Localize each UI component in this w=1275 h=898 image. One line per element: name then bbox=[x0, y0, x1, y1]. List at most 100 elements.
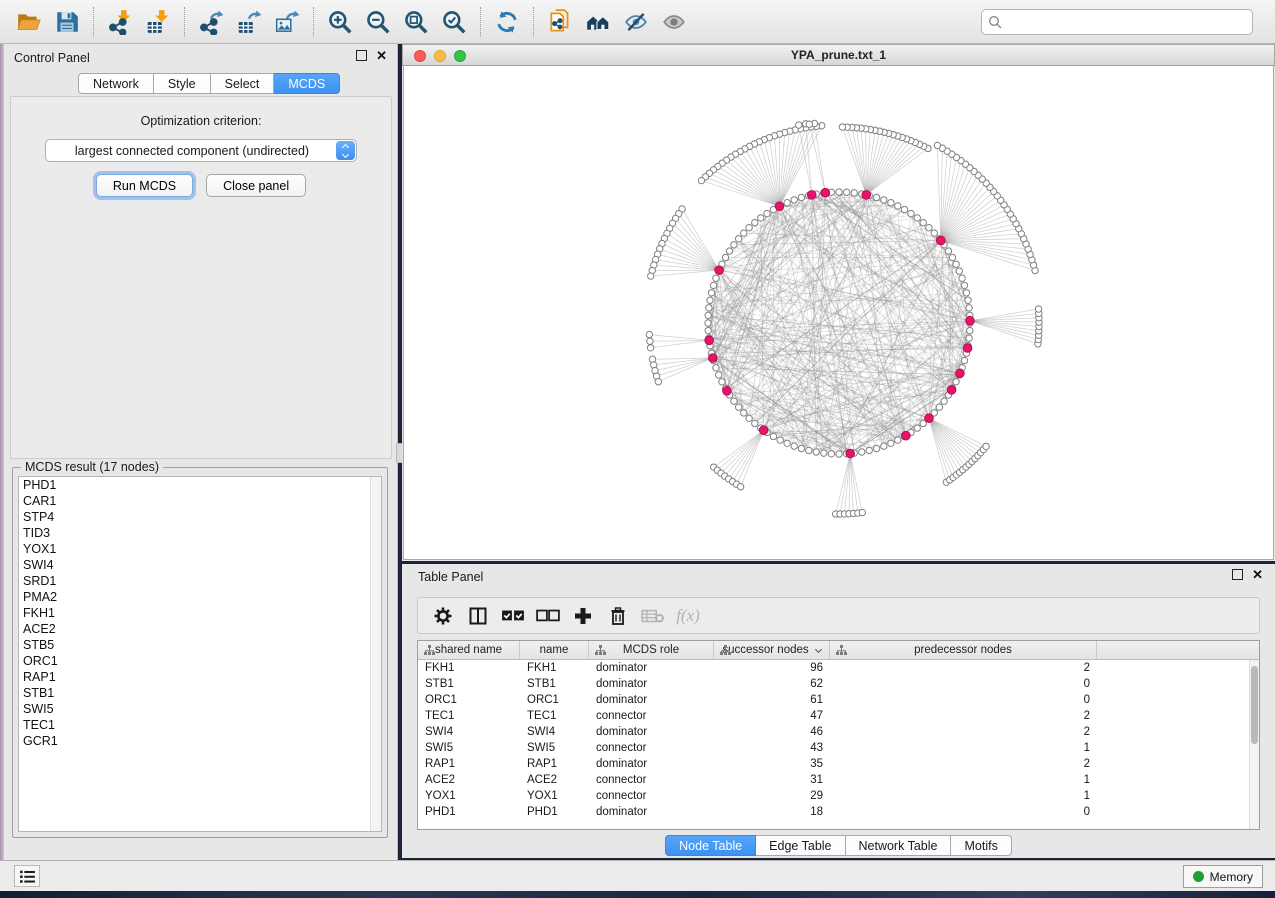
table-tab-edge-table[interactable]: Edge Table bbox=[756, 835, 845, 856]
mcds-result-item[interactable]: SRD1 bbox=[19, 573, 381, 589]
float-panel-icon[interactable] bbox=[1232, 569, 1243, 580]
mcds-result-item[interactable]: SWI5 bbox=[19, 701, 381, 717]
delete-column-button[interactable] bbox=[605, 604, 631, 628]
column-header-name[interactable]: name bbox=[520, 641, 589, 659]
add-column-button[interactable] bbox=[570, 604, 596, 628]
zoom-out-button[interactable] bbox=[359, 4, 397, 40]
network-graph[interactable] bbox=[404, 66, 1273, 558]
control-tab-select[interactable]: Select bbox=[211, 73, 275, 94]
save-session-button[interactable] bbox=[48, 4, 86, 40]
zoom-selected-button[interactable] bbox=[435, 4, 473, 40]
control-tab-mcds[interactable]: MCDS bbox=[274, 73, 340, 94]
table-row[interactable]: PHD1PHD1dominator180 bbox=[418, 804, 1259, 820]
mcds-result-scrollbar[interactable] bbox=[370, 477, 381, 831]
delete-table-button-disabled[interactable] bbox=[640, 604, 666, 628]
table-row[interactable]: TEC1TEC1connector472 bbox=[418, 708, 1259, 724]
cell-name: STB1 bbox=[520, 676, 589, 692]
open-file-button[interactable] bbox=[10, 4, 48, 40]
zoom-in-button[interactable] bbox=[321, 4, 359, 40]
window-minimize-traffic-light[interactable] bbox=[434, 50, 446, 62]
new-network-from-selection-button[interactable] bbox=[541, 4, 579, 40]
cell-predecessor-nodes: 0 bbox=[830, 676, 1097, 692]
window-zoom-traffic-light[interactable] bbox=[454, 50, 466, 62]
mcds-result-list[interactable]: PHD1CAR1STP4TID3YOX1SWI4SRD1PMA2FKH1ACE2… bbox=[18, 476, 382, 832]
table-row[interactable]: ACE2ACE2connector311 bbox=[418, 772, 1259, 788]
table-row[interactable]: YOX1YOX1connector291 bbox=[418, 788, 1259, 804]
zoom-fit-button[interactable] bbox=[397, 4, 435, 40]
table-tab-network-table[interactable]: Network Table bbox=[846, 835, 952, 856]
first-neighbors-button[interactable] bbox=[579, 4, 617, 40]
task-history-button[interactable] bbox=[14, 865, 40, 887]
mcds-result-item[interactable]: TEC1 bbox=[19, 717, 381, 733]
mcds-result-item[interactable]: STB1 bbox=[19, 685, 381, 701]
control-tab-style[interactable]: Style bbox=[154, 73, 211, 94]
mcds-result-item[interactable]: SWI4 bbox=[19, 557, 381, 573]
column-header-predecessor-nodes[interactable]: predecessor nodes bbox=[830, 641, 1097, 659]
optimization-criterion-select[interactable]: largest connected component (undirected) bbox=[45, 139, 357, 162]
window-close-traffic-light[interactable] bbox=[414, 50, 426, 62]
mcds-result-item[interactable]: ORC1 bbox=[19, 653, 381, 669]
mcds-result-item[interactable]: STB5 bbox=[19, 637, 381, 653]
toolbar-separator bbox=[313, 7, 314, 37]
table-row[interactable]: SWI4SWI4dominator462 bbox=[418, 724, 1259, 740]
mcds-result-item[interactable]: FKH1 bbox=[19, 605, 381, 621]
mcds-result-item[interactable]: GCR1 bbox=[19, 733, 381, 749]
mcds-result-item[interactable]: ACE2 bbox=[19, 621, 381, 637]
deselect-all-button[interactable] bbox=[535, 604, 561, 628]
refresh-button[interactable] bbox=[488, 4, 526, 40]
cell-predecessor-nodes: 0 bbox=[830, 804, 1097, 820]
table-row[interactable]: SWI5SWI5connector431 bbox=[418, 740, 1259, 756]
import-table-button[interactable] bbox=[139, 4, 177, 40]
cell-successor-nodes: 61 bbox=[714, 692, 830, 708]
export-image-button[interactable] bbox=[268, 4, 306, 40]
cell-mcds-role: connector bbox=[589, 788, 714, 804]
mcds-result-item[interactable]: STP4 bbox=[19, 509, 381, 525]
table-tab-motifs[interactable]: Motifs bbox=[951, 835, 1011, 856]
mcds-result-item[interactable]: PMA2 bbox=[19, 589, 381, 605]
show-all-button[interactable] bbox=[655, 4, 693, 40]
node-table-header: shared namenameMCDS rolesuccessor nodesp… bbox=[418, 641, 1259, 660]
table-panel-tabs: Node TableEdge TableNetwork TableMotifs bbox=[402, 835, 1275, 856]
show-columns-button[interactable] bbox=[465, 604, 491, 628]
control-tab-network[interactable]: Network bbox=[78, 73, 154, 94]
select-stepper-icon bbox=[336, 141, 355, 160]
node-table-scrollbar[interactable] bbox=[1249, 660, 1259, 829]
table-row[interactable]: FKH1FKH1dominator962 bbox=[418, 660, 1259, 676]
trash-icon bbox=[608, 606, 628, 626]
control-panel-title: Control Panel bbox=[14, 51, 90, 65]
table-toolbar: f(x) bbox=[417, 597, 1260, 634]
table-row[interactable]: ORC1ORC1dominator610 bbox=[418, 692, 1259, 708]
mcds-result-item[interactable]: CAR1 bbox=[19, 493, 381, 509]
network-canvas[interactable] bbox=[403, 66, 1274, 560]
export-network-button[interactable] bbox=[192, 4, 230, 40]
column-header-shared-name[interactable]: shared name bbox=[418, 641, 520, 659]
search-input[interactable] bbox=[981, 9, 1253, 35]
table-row[interactable]: RAP1RAP1dominator352 bbox=[418, 756, 1259, 772]
close-panel-button[interactable]: Close panel bbox=[206, 174, 306, 197]
search-field-wrap bbox=[981, 9, 1253, 35]
memory-button[interactable]: Memory bbox=[1183, 865, 1263, 888]
function-builder-button-disabled[interactable]: f(x) bbox=[675, 604, 701, 628]
column-header-successor-nodes[interactable]: successor nodes bbox=[714, 641, 830, 659]
table-row[interactable]: STB1STB1dominator620 bbox=[418, 676, 1259, 692]
export-table-button[interactable] bbox=[230, 4, 268, 40]
select-all-button[interactable] bbox=[500, 604, 526, 628]
scrollbar-thumb[interactable] bbox=[1251, 666, 1258, 744]
hide-selected-button[interactable] bbox=[617, 4, 655, 40]
import-network-button[interactable] bbox=[101, 4, 139, 40]
float-panel-icon[interactable] bbox=[356, 50, 367, 61]
close-panel-icon[interactable]: ✕ bbox=[376, 50, 387, 61]
table-tab-node-table[interactable]: Node Table bbox=[665, 835, 756, 856]
mcds-result-item[interactable]: RAP1 bbox=[19, 669, 381, 685]
close-panel-icon[interactable]: ✕ bbox=[1252, 569, 1263, 580]
mcds-result-item[interactable]: PHD1 bbox=[19, 477, 381, 493]
sort-indicator-icon bbox=[815, 645, 822, 652]
run-mcds-button[interactable]: Run MCDS bbox=[96, 174, 193, 197]
network-window-title: YPA_prune.txt_1 bbox=[403, 45, 1274, 66]
cell-mcds-role: dominator bbox=[589, 724, 714, 740]
column-header-MCDS-role[interactable]: MCDS role bbox=[589, 641, 714, 659]
table-settings-button[interactable] bbox=[430, 604, 456, 628]
mcds-result-item[interactable]: TID3 bbox=[19, 525, 381, 541]
cell-name: YOX1 bbox=[520, 788, 589, 804]
mcds-result-item[interactable]: YOX1 bbox=[19, 541, 381, 557]
